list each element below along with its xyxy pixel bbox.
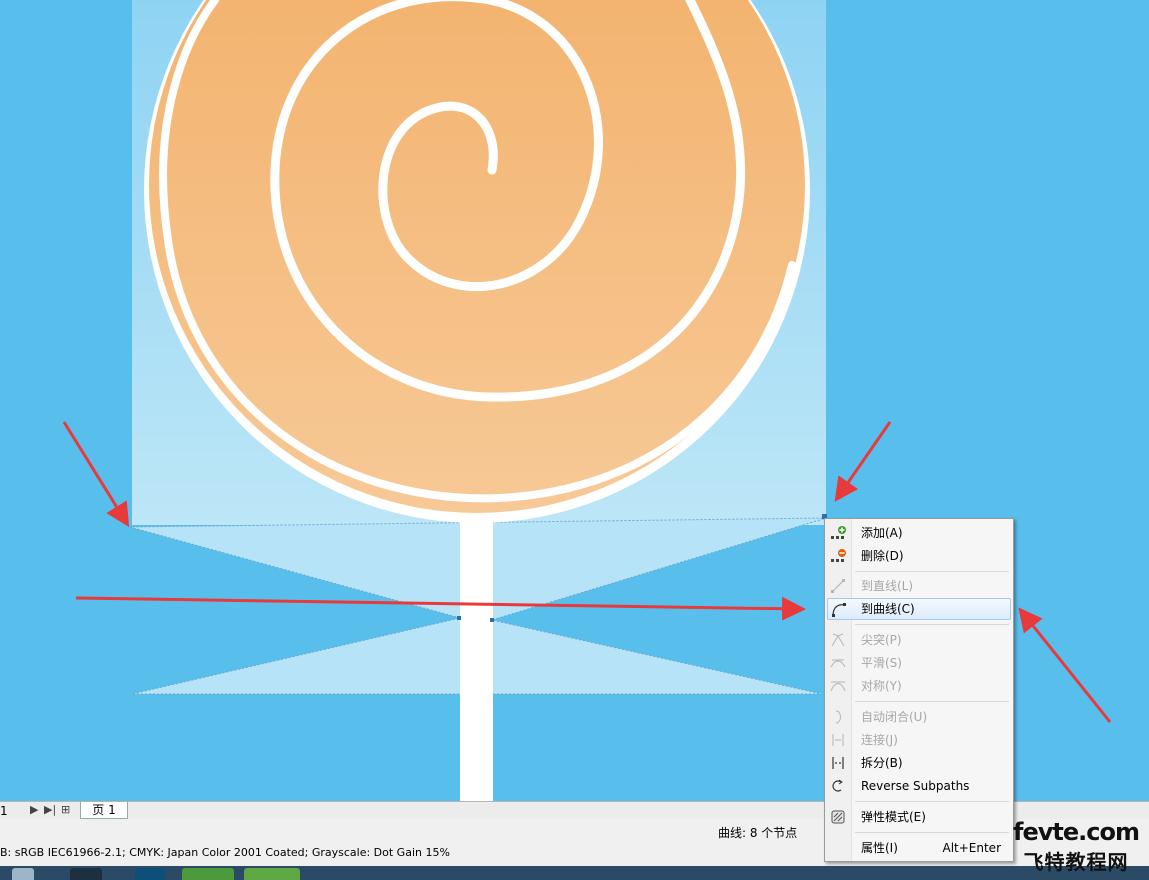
menu-item-label: 拆分(B): [861, 756, 903, 770]
watermark-domain: fevte.com: [1013, 818, 1140, 846]
qq-icon[interactable]: [70, 868, 102, 880]
selection-info: 曲线: 8 个节点: [718, 826, 798, 840]
browser-icon[interactable]: [182, 868, 234, 880]
add-page-icon[interactable]: ⊞: [61, 803, 70, 816]
node-context-menu: 添加(A) 删除(D) 到直线(L) 到曲线(C) 尖突(P) 平滑(S) 对称…: [824, 518, 1014, 862]
menu-item-cusp[interactable]: 尖突(P): [827, 629, 1011, 651]
menu-item-to-curve[interactable]: 到曲线(C): [827, 598, 1011, 620]
menu-item-smooth[interactable]: 平滑(S): [827, 652, 1011, 674]
menu-item-add[interactable]: 添加(A): [827, 522, 1011, 544]
join-icon: [832, 734, 844, 746]
annotation-arrow: [834, 421, 892, 502]
elastic-mode-icon: [831, 810, 845, 824]
menu-item-label: Reverse Subpaths: [861, 779, 970, 793]
break-icon: [832, 757, 844, 769]
coreldraw-icon[interactable]: [244, 868, 300, 880]
next-page-icon[interactable]: ▶: [30, 803, 38, 816]
menu-separator: [855, 832, 1009, 833]
symmetrical-icon: [830, 681, 846, 692]
menu-item-label: 连接(J): [861, 733, 898, 747]
menu-separator: [855, 801, 1009, 802]
to-line-icon: [831, 579, 845, 593]
delete-node-icon: [831, 549, 846, 562]
menu-item-label: 到曲线(C): [861, 602, 915, 616]
last-page-icon[interactable]: ▶|: [44, 803, 56, 816]
menu-item-shortcut: Alt+Enter: [942, 841, 1001, 855]
watermark-sitename: 飞特教程网: [1023, 850, 1129, 874]
menu-item-label: 到直线(L): [861, 579, 914, 593]
menu-item-auto-close[interactable]: 自动闭合(U): [827, 706, 1011, 728]
taskbar-app-icon[interactable]: [12, 868, 34, 880]
menu-separator: [855, 701, 1009, 702]
to-curve-icon: [832, 603, 846, 617]
menu-item-label: 添加(A): [861, 526, 903, 540]
menu-separator: [855, 571, 1009, 572]
annotation-arrow: [62, 421, 130, 528]
menu-item-properties[interactable]: 属性(I) Alt+Enter: [827, 837, 1011, 859]
menu-item-label: 对称(Y): [861, 679, 902, 693]
page-number: 1: [0, 804, 8, 818]
menu-item-reverse-subpaths[interactable]: Reverse Subpaths: [827, 775, 1011, 797]
reverse-subpaths-icon: [832, 779, 843, 792]
node-handle[interactable]: [490, 618, 494, 622]
menu-item-elastic-mode[interactable]: 弹性模式(E): [827, 806, 1011, 828]
page-navigator: 1 ▶ ▶| ⊞ 页 1: [0, 801, 826, 820]
taskbar: [0, 866, 1149, 880]
watermark: fevte.com 飞特教程网: [1013, 818, 1140, 875]
menu-item-label: 平滑(S): [861, 656, 902, 670]
menu-item-label: 自动闭合(U): [861, 710, 928, 724]
menu-item-label: 属性(I): [861, 841, 898, 855]
menu-item-label: 删除(D): [861, 549, 904, 563]
smooth-icon: [830, 659, 846, 668]
menu-item-to-line[interactable]: 到直线(L): [827, 575, 1011, 597]
menu-separator: [855, 624, 1009, 625]
menu-item-symmetrical[interactable]: 对称(Y): [827, 675, 1011, 697]
page-tab[interactable]: 页 1: [80, 802, 128, 819]
annotation-arrow: [1018, 607, 1112, 723]
menu-item-join[interactable]: 连接(J): [827, 729, 1011, 751]
lollipop-stick: [460, 515, 493, 805]
auto-close-icon: [835, 710, 841, 724]
menu-item-label: 弹性模式(E): [861, 810, 926, 824]
add-node-icon: [831, 526, 846, 539]
cusp-icon: [831, 633, 845, 647]
menu-item-break[interactable]: 拆分(B): [827, 752, 1011, 774]
menu-item-delete[interactable]: 删除(D): [827, 545, 1011, 567]
menu-item-label: 尖突(P): [861, 633, 902, 647]
node-handle[interactable]: [457, 616, 461, 620]
color-profile-info[interactable]: B: sRGB IEC61966-2.1; CMYK: Japan Color …: [0, 846, 450, 859]
photoshop-icon[interactable]: [135, 868, 165, 880]
